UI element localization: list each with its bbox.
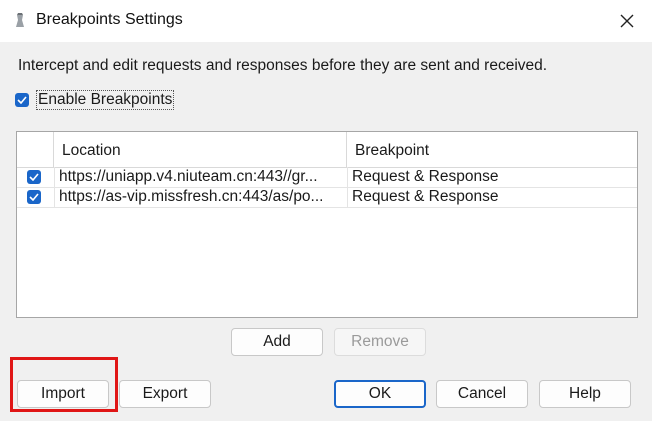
add-button[interactable]: Add xyxy=(231,328,323,356)
ok-button[interactable]: OK xyxy=(334,380,426,408)
cancel-button[interactable]: Cancel xyxy=(436,380,528,408)
export-button[interactable]: Export xyxy=(119,380,211,408)
checkbox-checked-icon[interactable] xyxy=(15,93,29,107)
column-header-check[interactable] xyxy=(17,132,54,167)
enable-breakpoints-checkbox[interactable]: Enable Breakpoints xyxy=(15,90,175,110)
close-icon xyxy=(620,14,634,28)
row-checkbox[interactable] xyxy=(27,190,41,210)
table-row[interactable]: https://uniapp.v4.niuteam.cn:443//gr... … xyxy=(17,167,637,188)
table-row[interactable]: https://as-vip.missfresh.cn:443/as/po...… xyxy=(17,187,637,208)
row-location: https://as-vip.missfresh.cn:443/as/po... xyxy=(59,188,324,205)
column-header-location[interactable]: Location xyxy=(54,132,347,167)
row-location: https://uniapp.v4.niuteam.cn:443//gr... xyxy=(59,168,318,185)
window-title: Breakpoints Settings xyxy=(36,11,183,28)
import-highlight-box xyxy=(10,357,118,412)
description-text: Intercept and edit requests and response… xyxy=(18,57,548,74)
enable-breakpoints-label: Enable Breakpoints xyxy=(35,90,175,110)
help-button[interactable]: Help xyxy=(539,380,631,408)
breakpoints-table: Location Breakpoint https://uniapp.v4.ni… xyxy=(16,131,638,318)
remove-button[interactable]: Remove xyxy=(334,328,426,356)
row-breakpoint: Request & Response xyxy=(352,188,499,205)
close-button[interactable] xyxy=(610,6,644,36)
row-breakpoint: Request & Response xyxy=(352,168,499,185)
column-header-breakpoint[interactable]: Breakpoint xyxy=(347,132,637,167)
title-bar: Breakpoints Settings xyxy=(0,0,652,42)
table-header: Location Breakpoint xyxy=(17,132,637,168)
app-icon xyxy=(12,12,28,30)
